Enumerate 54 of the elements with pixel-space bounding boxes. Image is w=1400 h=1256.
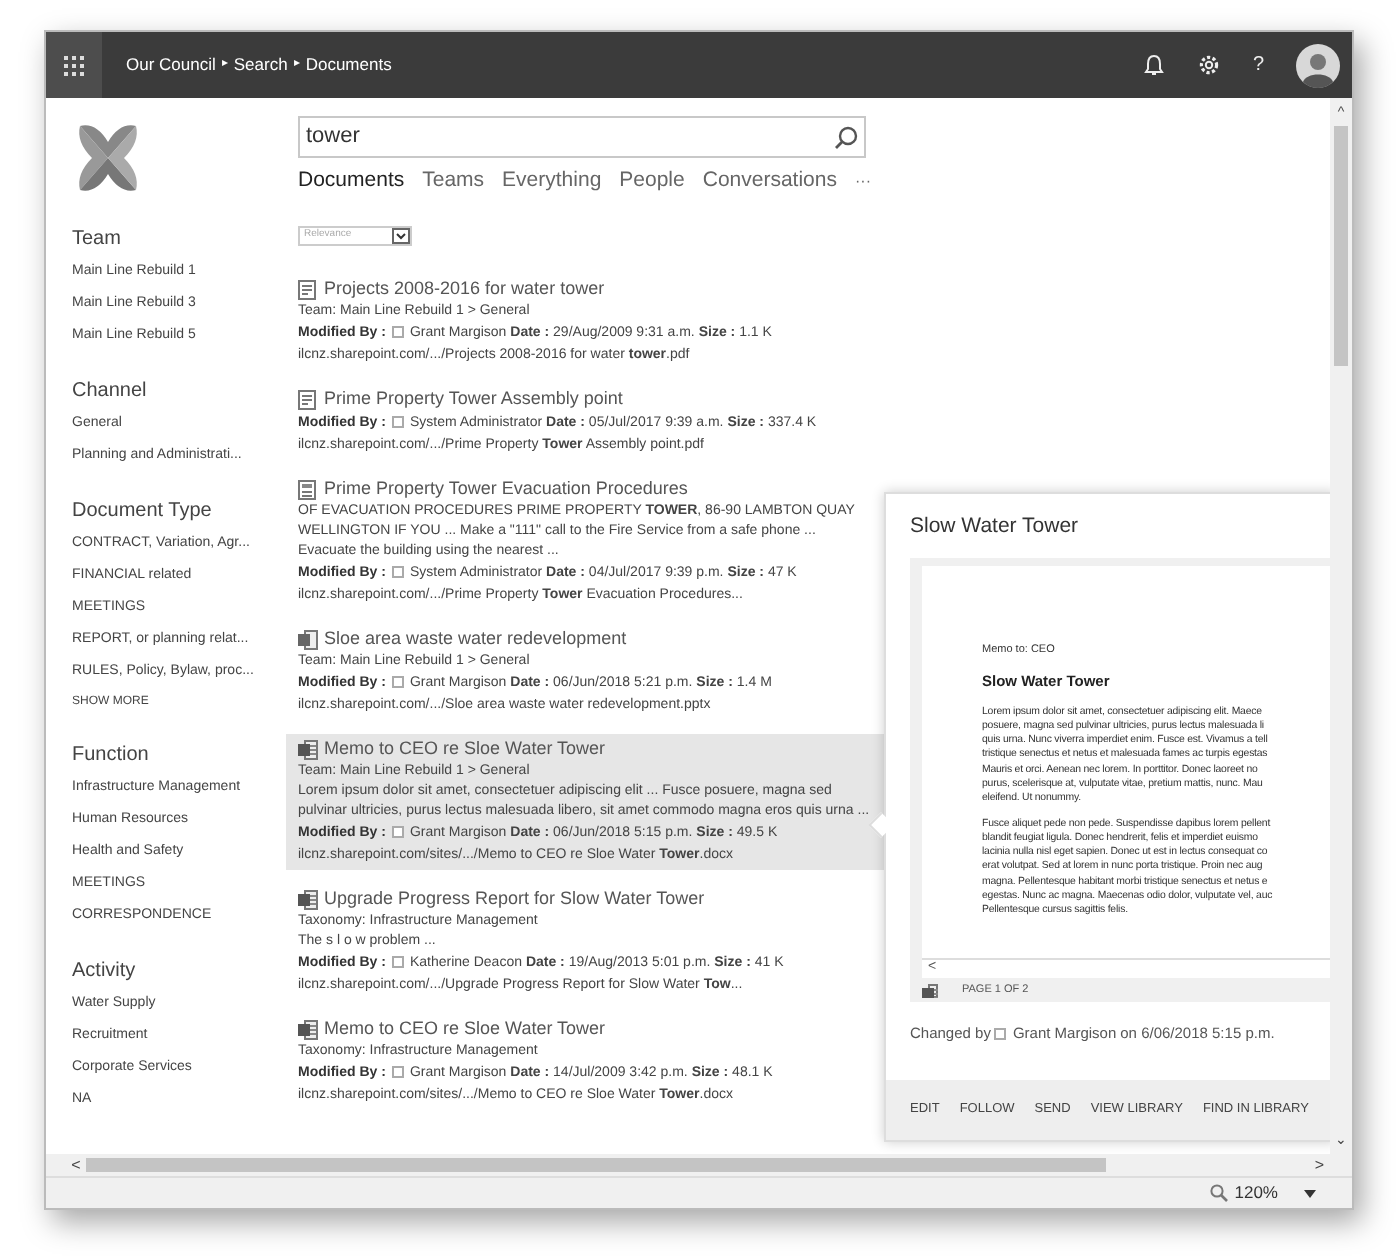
refiner-heading: Channel (72, 378, 149, 406)
caret-icon (392, 227, 410, 244)
search-tab[interactable]: Conversations (702, 166, 837, 198)
document-icon (298, 479, 318, 500)
result-title-link[interactable]: Memo to CEO re Sloe Water Tower (324, 1016, 606, 1043)
more-button[interactable]: ··· (854, 169, 871, 194)
word-file-icon (298, 739, 318, 760)
presence-icon (391, 566, 404, 579)
settings-icon[interactable] (1198, 54, 1221, 76)
word-file-icon (922, 983, 938, 997)
result-title-link[interactable]: Memo to CEO re Sloe Water Tower (324, 736, 606, 763)
search-icon[interactable] (834, 125, 858, 149)
app-launcher-button[interactable] (46, 32, 102, 98)
preview-title: Slow Water Tower (908, 512, 1081, 542)
presence-icon (994, 1027, 1007, 1040)
presence-icon (391, 676, 404, 689)
scroll-right-button[interactable]: > (1314, 1153, 1324, 1177)
help-button[interactable]: ? (1252, 50, 1264, 80)
zoom-icon[interactable] (1210, 1184, 1229, 1202)
breadcrumb-link[interactable]: Our Council (126, 52, 216, 78)
scroll-thumb[interactable] (1334, 126, 1348, 366)
caret-icon[interactable] (1304, 1189, 1316, 1197)
scroll-left-button[interactable]: < (66, 1153, 86, 1177)
document-icon (298, 389, 318, 410)
waffle-icon (64, 55, 84, 75)
breadcrumb-link[interactable]: Search (233, 52, 288, 78)
breadcrumb-link[interactable]: Documents (305, 52, 392, 78)
zoom-level: 120% (1234, 1180, 1278, 1206)
result-title-link[interactable]: Prime Property Tower Evacuation Procedures (324, 476, 688, 503)
document-icon (298, 279, 318, 300)
result-title-link[interactable]: Prime Property Tower Assembly point (324, 386, 623, 413)
avatar-icon[interactable] (1296, 43, 1340, 87)
refiner-heading: Team (72, 226, 123, 254)
result-title-link[interactable]: Sloe area waste water redevelopment (324, 626, 627, 653)
refiner-heading: Document Type (72, 498, 214, 526)
search-field[interactable]: tower (298, 116, 866, 158)
word-file-icon (298, 889, 318, 910)
word-file-icon (298, 1019, 318, 1040)
slides-file-icon (298, 629, 318, 650)
result-title-link[interactable]: Upgrade Progress Report for Slow Water Tower (324, 886, 705, 913)
presence-icon (391, 956, 404, 969)
presence-icon (391, 416, 404, 429)
result-title-link[interactable]: Projects 2008-2016 for water tower (324, 276, 605, 303)
refiner-heading: Activity (72, 958, 138, 986)
presence-icon (391, 326, 404, 339)
scroll-thumb[interactable] (86, 1158, 1106, 1172)
bell-icon[interactable] (1144, 54, 1165, 76)
refiner-heading: Function (72, 742, 151, 770)
search-tab[interactable]: Everything (502, 166, 602, 198)
presence-icon (391, 1066, 404, 1079)
presence-icon (391, 826, 404, 839)
search-tab[interactable]: People (619, 166, 685, 198)
search-tab[interactable]: Documents (298, 166, 405, 198)
search-tab[interactable]: Teams (422, 166, 485, 198)
